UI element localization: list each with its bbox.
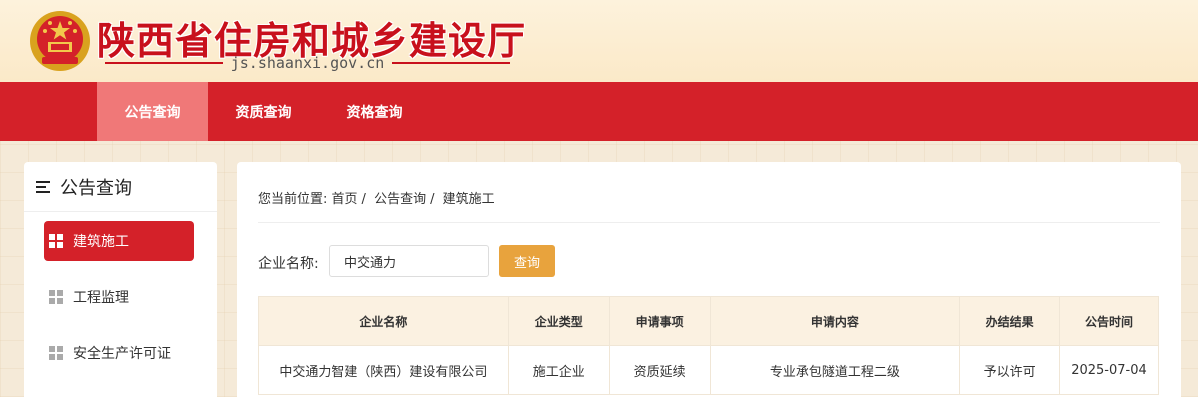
table-row[interactable]: 中交通力智建（陕西）建设有限公司 施工企业 资质延续 专业承包隧道工程二级 予以… xyxy=(258,345,1159,395)
column-header-company-type: 企业类型 xyxy=(507,296,610,346)
breadcrumb-announcements[interactable]: 公告查询 xyxy=(374,192,426,207)
site-header: 陕西省住房和城乡建设厅 js.shaanxi.gov.cn xyxy=(0,0,1198,82)
company-name-input[interactable] xyxy=(329,245,489,277)
cell-result: 予以许可 xyxy=(959,345,1061,395)
grid-icon xyxy=(49,346,63,360)
sidebar-item-label: 建筑施工 xyxy=(73,234,129,250)
sidebar-item-construction[interactable]: 建筑施工 xyxy=(44,221,194,261)
grid-icon xyxy=(49,234,63,248)
breadcrumb-prefix: 您当前位置: xyxy=(258,192,328,207)
sidebar-item-label: 工程监理 xyxy=(73,290,129,306)
column-header-result: 办结结果 xyxy=(959,296,1061,346)
sidebar-item-label: 安全生产许可证 xyxy=(73,346,171,362)
cell-application-content: 专业承包隧道工程二级 xyxy=(709,345,961,395)
breadcrumb: 您当前位置: 首页 / 公告查询 / 建筑施工 xyxy=(258,188,495,207)
breadcrumb-home[interactable]: 首页 xyxy=(332,192,358,207)
company-name-label: 企业名称: xyxy=(258,256,319,272)
cell-application-item: 资质延续 xyxy=(608,345,711,395)
table-header-row: 企业名称 企业类型 申请事项 申请内容 办结结果 公告时间 xyxy=(258,296,1159,346)
column-header-company-name: 企业名称 xyxy=(258,296,509,346)
sidebar-item-supervision[interactable]: 工程监理 xyxy=(44,277,194,317)
column-header-application-content: 申请内容 xyxy=(709,296,961,346)
cell-company-name: 中交通力智建（陕西）建设有限公司 xyxy=(258,345,509,395)
results-table: 企业名称 企业类型 申请事项 申请内容 办结结果 公告时间 中交通力智建（陕西）… xyxy=(258,296,1159,395)
divider xyxy=(258,222,1160,223)
breadcrumb-separator: / xyxy=(430,192,435,207)
sidebar: 公告查询 建筑施工 工程监理 安全生产许可证 xyxy=(24,162,217,397)
sidebar-title: 公告查询 xyxy=(60,177,132,199)
url-divider-left xyxy=(105,62,223,64)
cell-announce-date: 2025-07-04 xyxy=(1059,345,1159,395)
nav-item-announcements[interactable]: 公告查询 xyxy=(97,82,208,141)
column-header-announce-date: 公告时间 xyxy=(1059,296,1159,346)
breadcrumb-separator: / xyxy=(361,192,366,207)
site-url-row: js.shaanxi.gov.cn xyxy=(105,54,510,72)
nav-item-certification[interactable]: 资格查询 xyxy=(319,82,430,141)
sidebar-header: 公告查询 xyxy=(24,162,217,212)
site-url: js.shaanxi.gov.cn xyxy=(230,54,385,72)
menu-icon xyxy=(36,180,52,193)
nav-item-qualification[interactable]: 资质查询 xyxy=(208,82,319,141)
grid-icon xyxy=(49,290,63,304)
breadcrumb-current: 建筑施工 xyxy=(442,192,495,207)
main-nav: 公告查询 资质查询 资格查询 xyxy=(0,82,1198,141)
national-emblem-icon xyxy=(30,11,90,71)
cell-company-type: 施工企业 xyxy=(507,345,610,395)
search-button[interactable]: 查询 xyxy=(499,245,555,277)
url-divider-right xyxy=(392,62,510,64)
main-panel: 您当前位置: 首页/ 公告查询/ 建筑施工 企业名称: 查询 企业名称 企业类型… xyxy=(237,162,1181,397)
sidebar-item-safety-license[interactable]: 安全生产许可证 xyxy=(44,333,194,373)
column-header-application-item: 申请事项 xyxy=(608,296,711,346)
